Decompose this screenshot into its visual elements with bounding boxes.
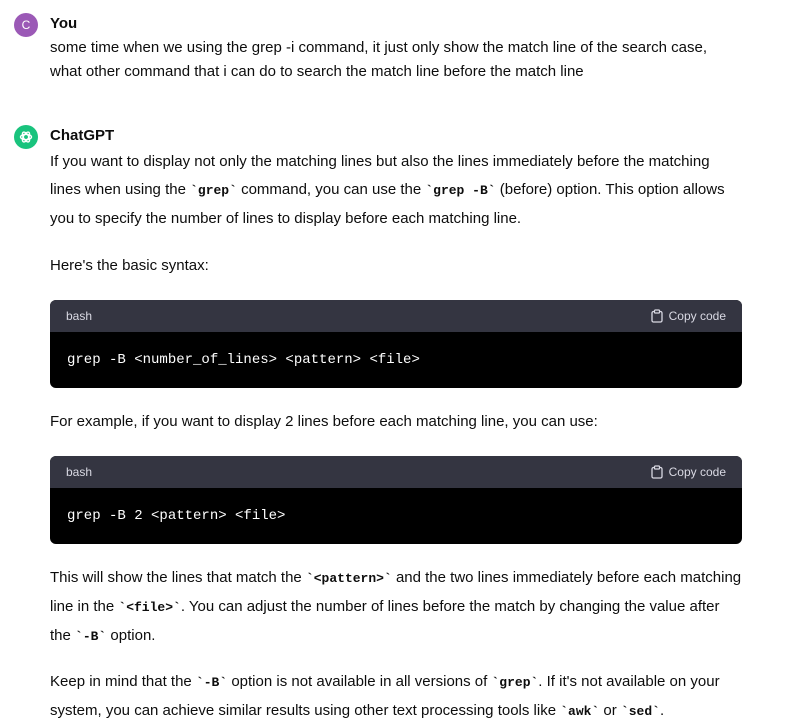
user-message: C You some time when we using the grep -… [14, 13, 796, 83]
assistant-paragraph-4: This will show the lines that match the … [50, 569, 742, 644]
inline-code: `awk` [560, 704, 600, 719]
code-block-1: bash Copy code grep -B <number_of_lines>… [50, 300, 742, 388]
user-message-text: some time when we using the grep -i comm… [50, 39, 707, 80]
inline-code: `grep` [190, 183, 237, 198]
code-content: grep -B <number_of_lines> <pattern> <fil… [67, 352, 420, 368]
copy-code-label: Copy code [668, 465, 726, 479]
code-language-label: bash [66, 465, 93, 479]
assistant-paragraph-2: Here's the basic syntax: [50, 257, 209, 274]
code-language-label: bash [66, 309, 93, 323]
inline-code: `sed` [620, 704, 660, 719]
inline-code: `grep -B` [425, 183, 496, 198]
inline-code: `<pattern>` [305, 571, 392, 586]
clipboard-icon [650, 465, 663, 479]
inline-code: `-B` [195, 675, 228, 690]
copy-code-label: Copy code [668, 309, 726, 323]
copy-code-button[interactable]: Copy code [650, 309, 726, 323]
openai-knot-icon [19, 131, 33, 143]
code-block-2: bash Copy code grep -B 2 <pattern> <file… [50, 456, 742, 544]
assistant-paragraph-3: For example, if you want to display 2 li… [50, 413, 598, 430]
user-avatar: C [14, 13, 38, 37]
inline-code: `<file>` [118, 600, 181, 615]
code-block-header: bash Copy code [50, 456, 742, 488]
assistant-name: ChatGPT [50, 127, 115, 144]
user-name: You [50, 15, 78, 32]
inline-code: `grep` [491, 675, 539, 690]
code-block-header: bash Copy code [50, 300, 742, 332]
user-avatar-letter: C [21, 18, 31, 32]
inline-code: `-B` [75, 629, 107, 644]
clipboard-icon [650, 309, 663, 323]
assistant-paragraph-5: Keep in mind that the `-B` option is not… [50, 673, 720, 719]
code-content: grep -B 2 <pattern> <file> [67, 508, 286, 524]
copy-code-button[interactable]: Copy code [650, 465, 726, 479]
chatgpt-logo-icon [14, 125, 38, 149]
assistant-paragraph-1: If you want to display not only the matc… [50, 153, 725, 227]
